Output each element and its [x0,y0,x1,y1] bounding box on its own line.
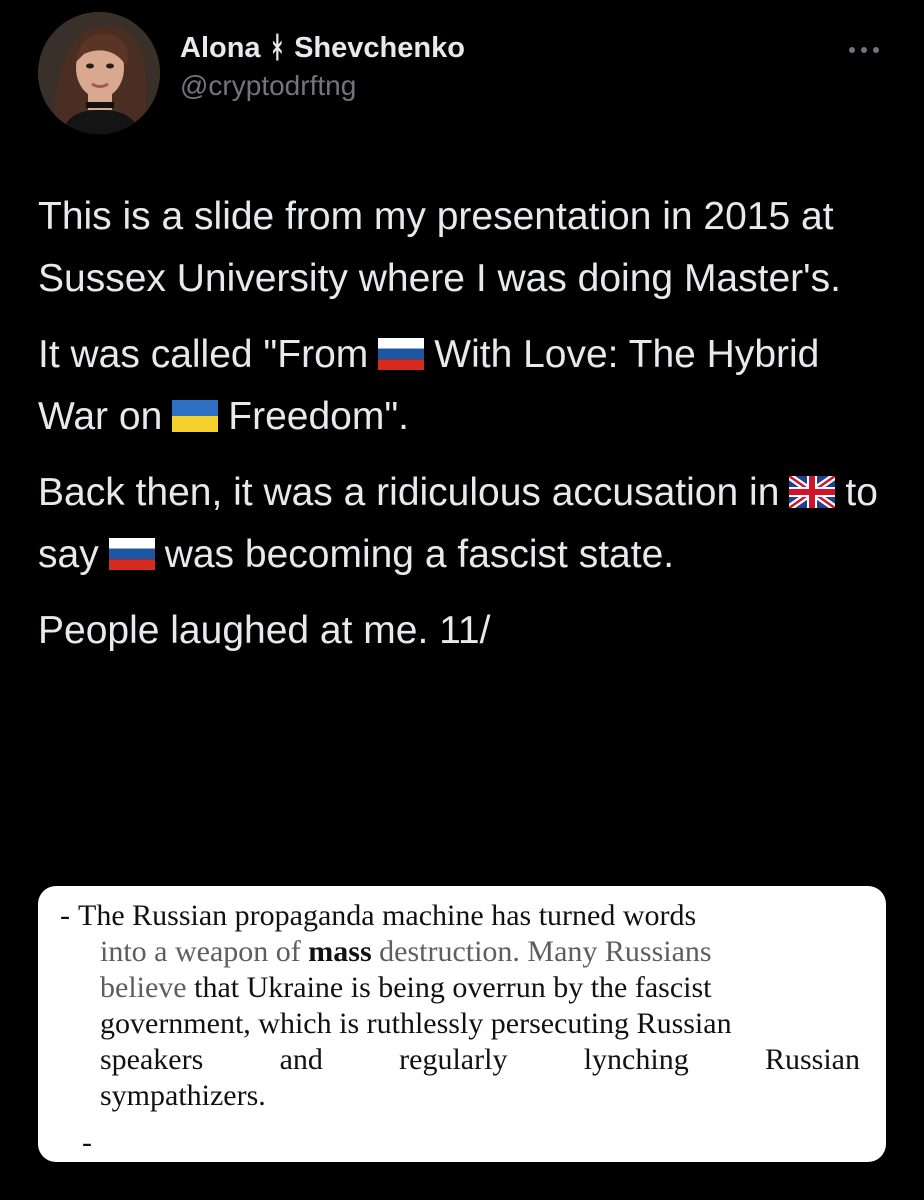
slide-line-2-b: destruction. Many Russians [379,935,712,968]
slide-line-5-word: and [279,1043,323,1076]
p3-text-a: Back then, it was a ridiculous accusatio… [38,471,780,514]
russia-flag-icon [108,538,155,570]
tweet-paragraph-3: Back then, it was a ridiculous accusatio… [38,462,888,586]
more-options-icon[interactable] [844,40,884,60]
slide-line-1-text: The Russian propaganda machine has turne… [78,899,697,932]
slide-line-5-word: Russian [764,1043,860,1076]
uk-flag-icon [789,476,836,508]
slide-trailing-dash: - [82,1126,92,1159]
slide-line-5-word: speakers [100,1043,204,1076]
tweet-paragraph-4: People laughed at me. 11/ [38,609,491,652]
display-name-last: Shevchenko [294,32,465,64]
user-handle[interactable]: @cryptodrftng [180,68,465,104]
display-name-symbol: ᚼ [268,32,287,64]
tweet-paragraph-1: This is a slide from my presentation in … [38,195,841,300]
slide-line-3: believe that Ukraine is being overrun by… [100,970,860,1006]
slide-image[interactable]: - The Russian propaganda machine has tur… [38,886,886,1162]
display-name[interactable]: Alona ᚼ Shevchenko [180,30,465,66]
p2-text-c: Freedom". [228,395,410,438]
tweet-text: This is a slide from my presentation in … [38,186,888,676]
display-name-first: Alona [180,32,261,64]
slide-line-4-text: government, which is ruthlessly persecut… [100,1007,732,1040]
p2-text-a: It was called "From [38,333,369,376]
slide-line-5-word: lynching [583,1043,689,1076]
slide-line-1: The Russian propaganda machine has turne… [78,898,860,934]
tweet-paragraph-2: It was called "From With Love: The Hybrid… [38,324,888,448]
author-names: Alona ᚼ Shevchenko @cryptodrftng [180,30,465,104]
slide-text: - The Russian propaganda machine has tur… [60,898,860,1114]
tweet-header: Alona ᚼ Shevchenko @cryptodrftng [38,12,888,134]
russia-flag-icon [378,338,425,370]
tweet: Alona ᚼ Shevchenko @cryptodrftng This is… [0,0,924,1200]
slide-line-5: speakers and regularly lynching Russian [100,1042,860,1078]
slide-line-6: sympathizers. [100,1078,860,1114]
ukraine-flag-icon [172,400,219,432]
slide-line-3-rest: that Ukraine is being overrun by the fas… [194,971,712,1004]
p3-text-c: was becoming a fascist state. [164,533,675,576]
slide-line-6-text: sympathizers. [100,1079,266,1112]
slide-line-3-gray: believe [100,971,187,1004]
slide-line-5-word: regularly [399,1043,508,1076]
slide-line-2-a: into a weapon of [100,935,301,968]
avatar[interactable] [38,12,160,134]
slide-bullet: - [60,899,70,932]
slide-line-4: government, which is ruthlessly persecut… [100,1006,860,1042]
slide-line-2-bold: mass [308,935,372,968]
slide-line-2: into a weapon of mass destruction. Many … [100,934,860,970]
